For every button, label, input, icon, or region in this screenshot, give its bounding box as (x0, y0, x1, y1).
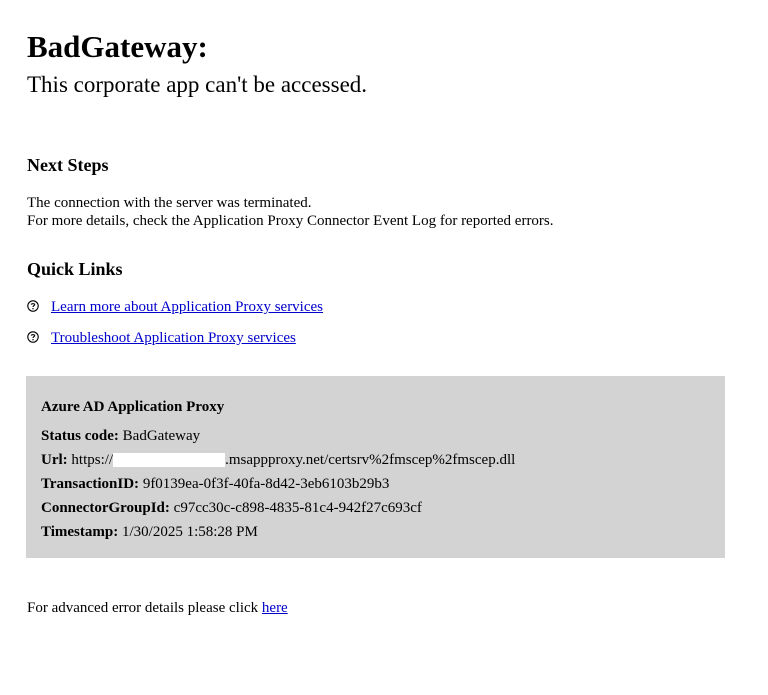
details-title: Azure AD Application Proxy (41, 399, 225, 415)
redacted-hostname (113, 452, 226, 467)
url-label: Url: (41, 452, 68, 468)
quick-link-learn-more: Learn more about Application Proxy servi… (27, 298, 323, 316)
error-details-panel: Azure AD Application Proxy Status code: … (26, 376, 725, 558)
timestamp-label: Timestamp: (41, 524, 119, 540)
footer-text: For advanced error details please click (27, 600, 262, 616)
advanced-details-link[interactable]: here (262, 600, 288, 616)
transaction-id-row: TransactionID: 9f0139ea-0f3f-40fa-8d42-3… (41, 475, 389, 493)
connector-group-label: ConnectorGroupId: (41, 500, 170, 516)
timestamp-value: 1/30/2025 1:58:28 PM (121, 524, 258, 540)
learn-more-link[interactable]: Learn more about Application Proxy servi… (51, 298, 323, 316)
timestamp-row: Timestamp: 1/30/2025 1:58:28 PM (41, 523, 258, 541)
url-row: Url: https:// .msappproxy.net/certsrv%2fm… (41, 451, 515, 469)
help-circle-icon (27, 300, 39, 312)
quick-link-troubleshoot: Troubleshoot Application Proxy services (27, 329, 296, 347)
transaction-id-label: TransactionID: (41, 476, 140, 492)
help-circle-icon (27, 331, 39, 343)
troubleshoot-link[interactable]: Troubleshoot Application Proxy services (51, 329, 296, 347)
page-subtitle: This corporate app can't be accessed. (27, 72, 368, 97)
next-steps-heading: Next Steps (27, 155, 109, 175)
connector-group-row: ConnectorGroupId: c97cc30c-c898-4835-81c… (41, 499, 422, 517)
status-code-value: BadGateway (122, 428, 201, 444)
url-prefix: https:// (71, 452, 114, 468)
status-code-row: Status code: BadGateway (41, 427, 200, 445)
transaction-id-value: 9f0139ea-0f3f-40fa-8d42-3eb6103b29b3 (142, 476, 390, 492)
error-page: BadGateway: This corporate app can't be … (0, 0, 768, 695)
next-steps-line-2: For more details, check the Application … (27, 213, 554, 229)
next-steps-line-1: The connection with the server was termi… (27, 195, 312, 211)
advanced-details-footer: For advanced error details please click … (27, 599, 288, 617)
url-suffix: .msappproxy.net/certsrv%2fmscep%2fmscep.… (225, 452, 516, 468)
connector-group-value: c97cc30c-c898-4835-81c4-942f27c693cf (173, 500, 422, 516)
quick-links-heading: Quick Links (27, 259, 123, 279)
next-steps-text: The connection with the server was termi… (27, 194, 554, 230)
status-code-label: Status code: (41, 428, 119, 444)
page-title: BadGateway: (27, 29, 208, 64)
